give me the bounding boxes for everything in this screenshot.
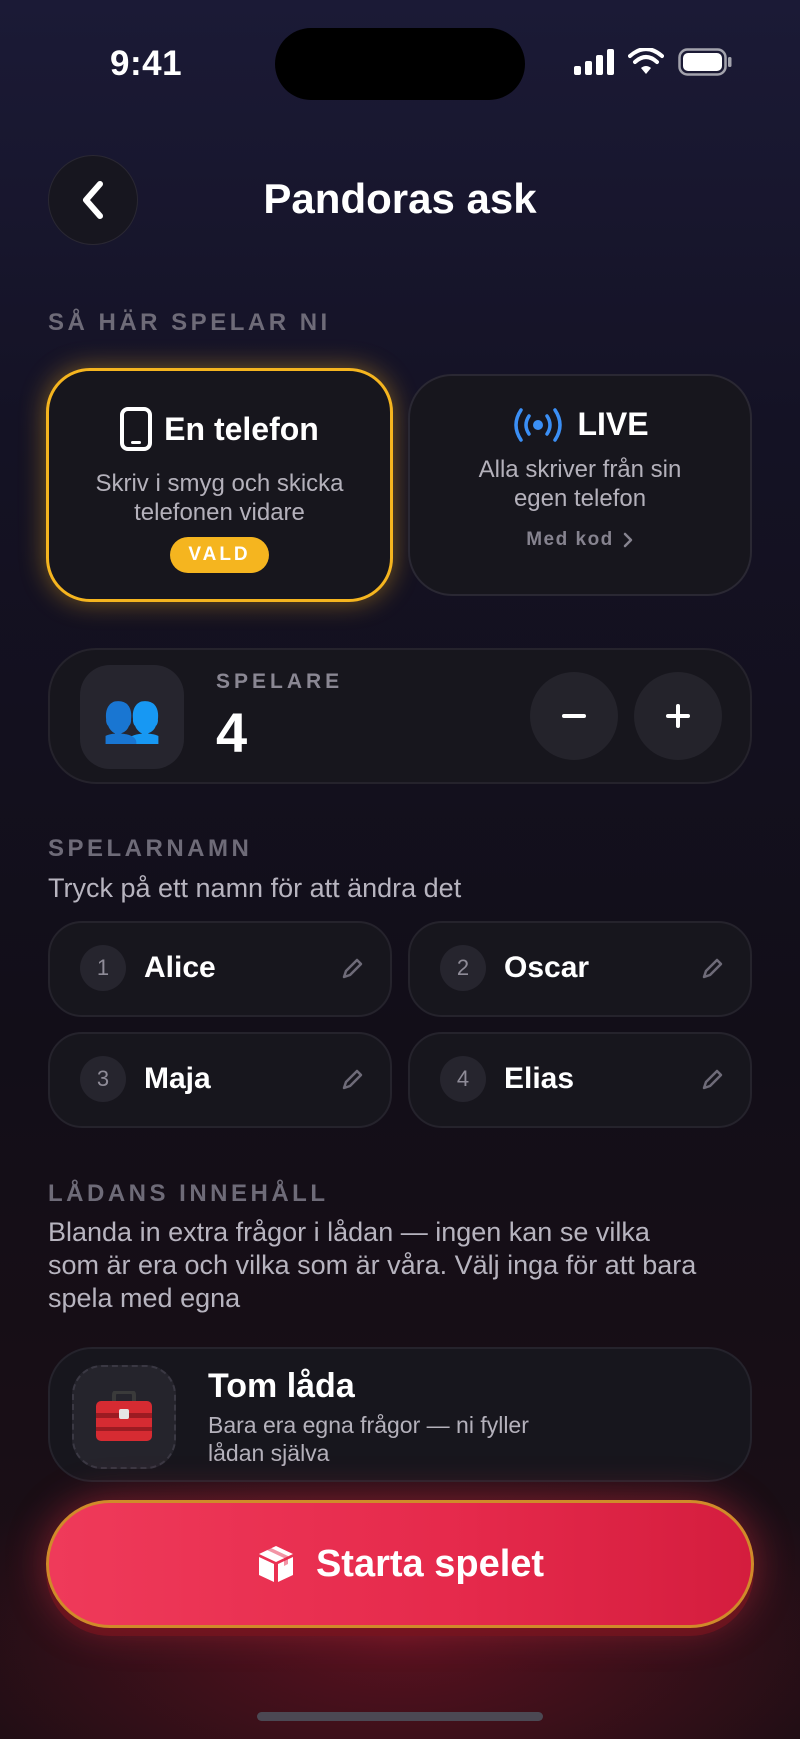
pencil-icon bbox=[702, 1069, 723, 1090]
player-count-label: SPELARE bbox=[216, 670, 344, 693]
with-code-link[interactable]: Med kod bbox=[410, 529, 750, 551]
start-game-label: Starta spelet bbox=[315, 1542, 545, 1585]
mode-subtitle-line: Skriv i smyg och skicka bbox=[95, 470, 344, 497]
pencil-icon bbox=[342, 1069, 363, 1090]
mode-title-one-phone: En telefon bbox=[164, 410, 319, 447]
chevron-right-icon bbox=[623, 532, 633, 548]
mode-card-live[interactable]: LIVE Alla skriver från sin egen telefon … bbox=[408, 374, 752, 596]
player-count-value: 4 bbox=[216, 701, 248, 764]
box-section-desc-line: spela med egna bbox=[48, 1283, 241, 1313]
box-option-subtitle-line: Bara era egna frågor — ni fyller bbox=[208, 1412, 529, 1438]
box-option-subtitle-line: lådan själva bbox=[208, 1440, 330, 1466]
mode-subtitle-line: egen telefon bbox=[513, 485, 647, 512]
wifi-icon bbox=[628, 48, 664, 74]
box-section-desc-line: Blanda in extra frågor i lådan — ingen k… bbox=[48, 1217, 650, 1247]
player-count-card: 👥 SPELARE 4 bbox=[48, 648, 752, 784]
mode-card-one-phone[interactable]: En telefon Skriv i smyg och skicka telef… bbox=[46, 368, 393, 602]
status-icons bbox=[574, 48, 732, 76]
start-game-button[interactable]: Starta spelet bbox=[46, 1500, 754, 1628]
battery-icon bbox=[678, 48, 732, 76]
box-icon bbox=[258, 1546, 293, 1582]
broadcast-icon bbox=[514, 407, 563, 442]
player-name: Maja bbox=[144, 1062, 211, 1095]
player-name-chip-2[interactable]: 2 Oscar bbox=[408, 921, 752, 1017]
home-indicator[interactable] bbox=[257, 1712, 543, 1721]
mode-title-live: LIVE bbox=[577, 406, 649, 442]
box-option-title: Tom låda bbox=[208, 1367, 355, 1405]
phone-icon bbox=[120, 407, 153, 451]
page-title: Pandoras ask bbox=[263, 175, 537, 222]
box-section-desc-line: som är era och vilka som är våra. Välj i… bbox=[48, 1250, 697, 1280]
mode-subtitle-line: telefonen vidare bbox=[134, 499, 305, 526]
signal-icon bbox=[574, 49, 614, 75]
mode-section-label: SÅ HÄR SPELAR NI bbox=[48, 309, 331, 336]
status-time: 9:41 bbox=[110, 44, 183, 83]
player-name: Oscar bbox=[504, 951, 590, 984]
dynamic-island bbox=[275, 28, 525, 100]
player-number: 3 bbox=[80, 1056, 126, 1102]
empty-box-option[interactable]: Tom låda Bara era egna frågor — ni fylle… bbox=[48, 1347, 752, 1482]
decrease-players-button[interactable] bbox=[530, 672, 618, 760]
pencil-icon bbox=[702, 958, 723, 979]
player-number: 4 bbox=[440, 1056, 486, 1102]
names-section-label: SPELARNAMN bbox=[48, 835, 253, 862]
player-name-chip-4[interactable]: 4 Elias bbox=[408, 1032, 752, 1128]
pencil-icon bbox=[342, 958, 363, 979]
toolbox-icon bbox=[72, 1365, 176, 1469]
player-name-chip-1[interactable]: 1 Alice bbox=[48, 921, 392, 1017]
mode-subtitle-line: Alla skriver från sin bbox=[478, 456, 682, 483]
names-section-hint: Tryck på ett namn för att ändra det bbox=[48, 873, 462, 903]
minus-icon bbox=[562, 714, 586, 718]
player-name: Alice bbox=[144, 951, 216, 984]
player-name: Elias bbox=[504, 1062, 575, 1095]
player-name-chip-3[interactable]: 3 Maja bbox=[48, 1032, 392, 1128]
selected-badge: VALD bbox=[170, 537, 269, 573]
increase-players-button[interactable] bbox=[634, 672, 722, 760]
player-number: 2 bbox=[440, 945, 486, 991]
player-number: 1 bbox=[80, 945, 126, 991]
box-section-label: LÅDANS INNEHÅLL bbox=[48, 1180, 329, 1207]
with-code-label: Med kod bbox=[526, 529, 614, 550]
players-avatar-icon: 👥 bbox=[80, 665, 184, 769]
plus-icon bbox=[666, 704, 690, 728]
